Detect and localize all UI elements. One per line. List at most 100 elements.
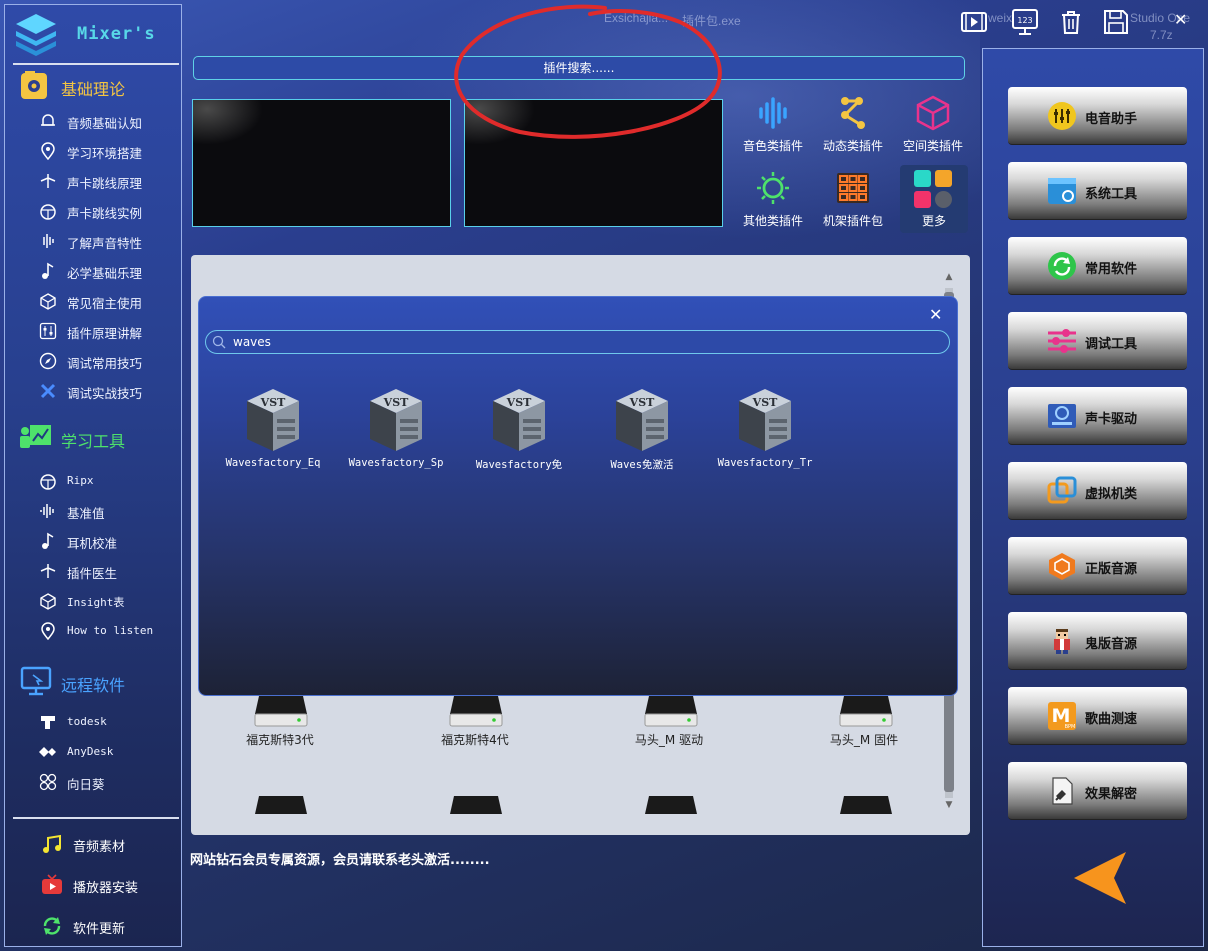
back-arrow-icon[interactable] (1072, 850, 1130, 906)
drive-icon[interactable] (838, 794, 894, 816)
button-sound-card-driver[interactable]: 声卡驱动 (1008, 387, 1187, 445)
button-system-tools[interactable]: 系统工具 (1008, 162, 1187, 220)
nav-item-common-tips[interactable]: 调试常用技巧 (39, 349, 179, 373)
button-virtual-machines[interactable]: 虚拟机类 (1008, 462, 1187, 520)
category-label: 机架插件包 (822, 214, 883, 228)
nav-item-label: 插件原理讲解 (67, 326, 143, 341)
plugin-result[interactable]: VST Wavesfactory_Tr (715, 387, 815, 477)
plugin-result[interactable]: VST Wavesfactory_Eq (223, 387, 323, 477)
music-note-icon (42, 532, 54, 549)
nav-item-music-theory[interactable]: 必学基础乐理 (39, 259, 179, 283)
category-timbre-plugins[interactable]: 音色类插件 (736, 93, 810, 159)
bottom-item-label: 音频素材 (73, 840, 126, 855)
svg-text:VST: VST (383, 396, 409, 409)
button-label: 效果解密 (1085, 787, 1138, 802)
video-thumbnail-1[interactable] (192, 99, 451, 227)
3d-box-icon (916, 95, 950, 131)
button-label: 虚拟机类 (1085, 487, 1138, 502)
nav-item-patch-principle[interactable]: 声卡跳线原理 (39, 169, 179, 193)
bottom-item-audio-materials[interactable]: 音频素材 (41, 831, 171, 857)
bottom-item-software-update[interactable]: 软件更新 (41, 913, 171, 939)
bottom-item-label: 软件更新 (73, 922, 126, 937)
nav-item-sound-characteristics[interactable]: 了解声音特性 (39, 229, 179, 253)
drive-icon[interactable] (643, 794, 699, 816)
sound-card-icon (1048, 404, 1076, 428)
nav-item-plugin-principle[interactable]: 插件原理讲解 (39, 319, 179, 343)
nav-item-label: 调试常用技巧 (67, 356, 143, 371)
popup-close-button[interactable]: ✕ (929, 305, 942, 324)
category-more[interactable]: 更多 (900, 165, 968, 233)
nav-item-label: 调试实战技巧 (67, 386, 143, 401)
drive-icon[interactable] (253, 794, 309, 816)
plugin-result[interactable]: VST Waves免激活 (592, 387, 692, 477)
bottom-item-player-install[interactable]: 播放器安装 (41, 872, 171, 898)
button-label: 电音助手 (1085, 112, 1138, 127)
nav-item-headphone-calibration[interactable]: 耳机校准 (39, 529, 179, 553)
drive-icon[interactable] (643, 694, 699, 728)
nav-item-label: Ripx (67, 474, 94, 487)
drive-icon[interactable] (838, 694, 894, 728)
popup-search-input[interactable]: waves (205, 330, 950, 354)
plugin-name: Wavesfactory_Tr (717, 457, 813, 469)
nav-item-label: 基准值 (67, 506, 105, 521)
plugin-search-input[interactable]: 插件搜索...... (193, 56, 965, 80)
nav-item-how-to-listen[interactable]: How to listen (39, 619, 179, 643)
search-icon (212, 335, 226, 349)
save-icon[interactable] (1102, 8, 1130, 36)
category-label: 音色类插件 (742, 139, 803, 153)
nav-item-anydesk[interactable]: AnyDesk (39, 740, 179, 764)
tv-player-icon (42, 874, 62, 894)
nav-item-host-usage[interactable]: 常见宿主使用 (39, 289, 179, 313)
button-label: 系统工具 (1085, 187, 1138, 202)
nav-item-todesk[interactable]: todesk (39, 710, 179, 734)
rack-icon (837, 173, 869, 203)
button-licensed-sound-sources[interactable]: 正版音源 (1008, 537, 1187, 595)
button-cracked-sound-sources[interactable]: 鬼版音源 (1008, 612, 1187, 670)
plugin-result[interactable]: VST Wavesfactory免 (469, 387, 569, 477)
button-edm-assistant[interactable]: 电音助手 (1008, 87, 1187, 145)
button-song-bpm[interactable]: M BPM 歌曲测速 (1008, 687, 1187, 745)
app-title: Mixer's (77, 24, 156, 44)
popup-search-value: waves (233, 335, 271, 349)
button-effect-decrypt[interactable]: 效果解密 (1008, 762, 1187, 820)
button-common-software[interactable]: 常用软件 (1008, 237, 1187, 295)
membership-notice: 网站钻石会员专属资源，会员请联系老头激活........ (190, 853, 490, 868)
sidebar-divider (13, 63, 179, 65)
patch-dial-icon (40, 204, 56, 220)
bell-icon (41, 114, 55, 126)
trash-icon[interactable] (1057, 8, 1085, 36)
category-other-plugins[interactable]: 其他类插件 (736, 168, 810, 234)
sidebar-divider (13, 817, 179, 819)
nav-item-insight[interactable]: Insight表 (39, 589, 179, 613)
apps-grid-icon (914, 170, 952, 208)
nav-item-practical-tips[interactable]: 调试实战技巧 (39, 379, 179, 403)
drive-icon[interactable] (448, 694, 504, 728)
vst-plugin-icon: VST (247, 389, 299, 451)
sunflower-icon (39, 773, 57, 791)
drive-icon[interactable] (253, 694, 309, 728)
nav-item-audio-basics[interactable]: 音频基础认知 (39, 109, 179, 133)
video-icon[interactable] (960, 8, 988, 36)
nav-item-reference-level[interactable]: 基准值 (39, 499, 179, 523)
close-button[interactable]: ✕ (1174, 10, 1187, 29)
nav-item-ripx[interactable]: Ripx (39, 469, 179, 493)
video-thumbnail-2[interactable] (464, 99, 723, 227)
button-debug-tools[interactable]: 调试工具 (1008, 312, 1187, 370)
category-rack-plugin-pack[interactable]: 机架插件包 (816, 168, 890, 234)
nav-item-sunlogin[interactable]: 向日葵 (39, 770, 179, 794)
location-pin-icon (41, 142, 55, 160)
category-spatial-plugins[interactable]: 空间类插件 (896, 93, 970, 159)
keypad-monitor-icon[interactable]: 123 (1011, 8, 1039, 36)
nav-item-patch-example[interactable]: 声卡跳线实例 (39, 199, 179, 223)
drive-icon[interactable] (448, 794, 504, 816)
scroll-up-arrow[interactable]: ▲ (942, 272, 956, 286)
bpm-icon: MBPM (1048, 702, 1076, 730)
todesk-icon (41, 716, 55, 729)
plugin-result[interactable]: VST Wavesfactory_Sp (346, 387, 446, 477)
category-dynamics-plugins[interactable]: 动态类插件 (816, 93, 890, 159)
nav-item-plugin-doctor[interactable]: 插件医生 (39, 559, 179, 583)
scroll-down-arrow[interactable]: ▼ (942, 800, 956, 814)
section-label: 学习工具 (61, 432, 126, 451)
nav-item-environment-setup[interactable]: 学习环境搭建 (39, 139, 179, 163)
nav-item-label: 了解声音特性 (67, 236, 143, 251)
